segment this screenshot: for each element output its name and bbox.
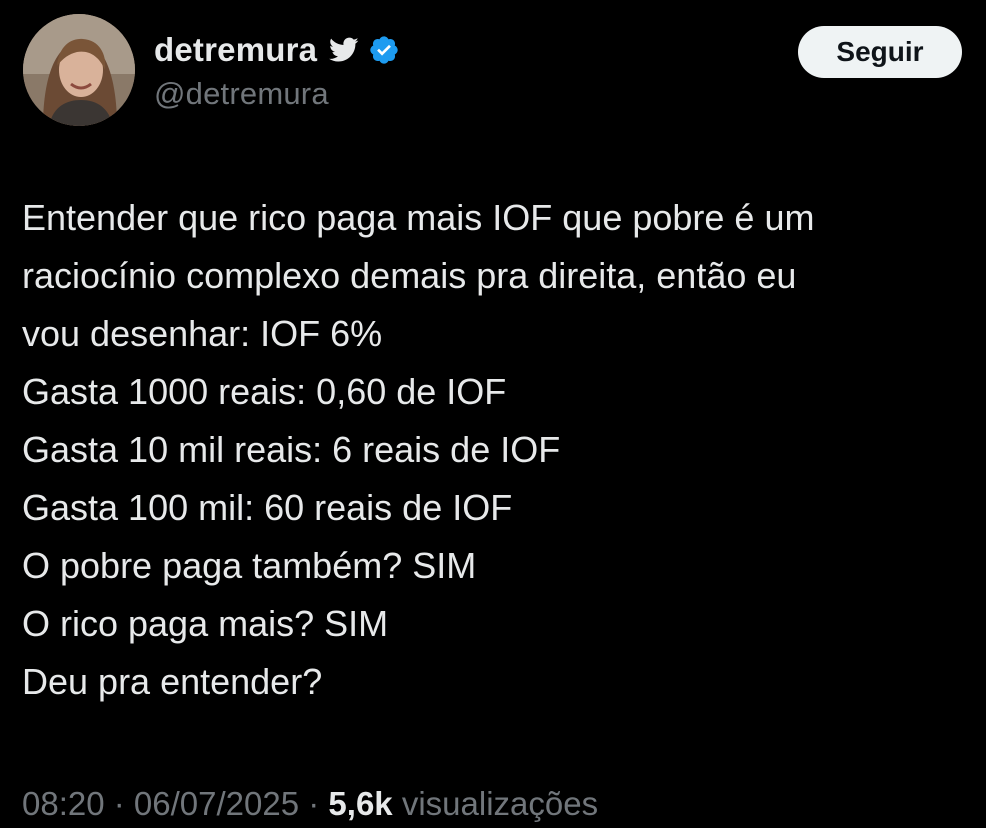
author-identity: detremura @detremura <box>154 28 400 112</box>
tweet-date[interactable]: 06/07/2025 <box>134 785 299 822</box>
tweet-line: raciocínio complexo demais pra direita, … <box>22 255 797 296</box>
tweet-line: vou desenhar: IOF 6% <box>22 313 383 354</box>
tweet-line: Gasta 100 mil: 60 reais de IOF <box>22 487 513 528</box>
views-label: visualizações <box>401 785 599 822</box>
tweet-meta: 08:20 · 06/07/2025 · 5,6k visualizações <box>22 780 598 828</box>
views-count: 5,6k <box>328 785 393 822</box>
tweet-line: O pobre paga também? SIM <box>22 545 477 586</box>
verified-badge-icon <box>368 34 400 66</box>
tweet-header: detremura @detremura Seguir <box>23 14 963 126</box>
tweet-text: Entender que rico paga mais IOF que pobr… <box>22 189 972 711</box>
avatar-photo-icon <box>23 14 135 126</box>
tweet-line: Gasta 1000 reais: 0,60 de IOF <box>22 371 507 412</box>
tweet-line: Deu pra entender? <box>22 661 323 702</box>
meta-separator: · <box>299 785 329 822</box>
tweet-line: Gasta 10 mil reais: 6 reais de IOF <box>22 429 561 470</box>
author-handle[interactable]: @detremura <box>154 76 400 112</box>
display-name[interactable]: detremura <box>154 31 317 69</box>
tweet-line: O rico paga mais? SIM <box>22 603 389 644</box>
tweet-line: Entender que rico paga mais IOF que pobr… <box>22 197 815 238</box>
twitter-bird-icon <box>329 37 359 63</box>
follow-button[interactable]: Seguir <box>798 26 962 78</box>
name-row: detremura <box>154 28 400 72</box>
avatar[interactable] <box>23 14 135 126</box>
meta-separator: · <box>104 785 134 822</box>
tweet-time[interactable]: 08:20 <box>22 785 105 822</box>
